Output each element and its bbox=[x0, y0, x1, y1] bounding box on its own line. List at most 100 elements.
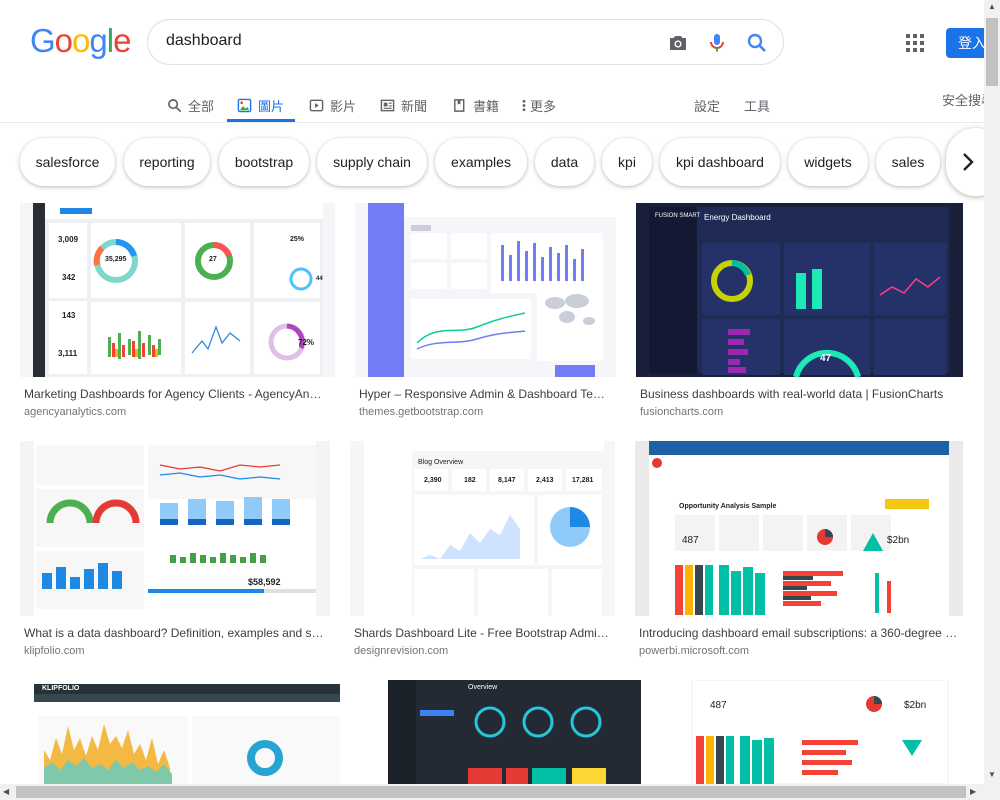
logo-letter: g bbox=[89, 22, 107, 59]
tab-all[interactable]: 全部 bbox=[167, 88, 214, 122]
video-icon bbox=[309, 99, 324, 111]
tools-label: 工具 bbox=[744, 98, 771, 114]
settings-label: 設定 bbox=[694, 98, 721, 114]
result-image-7[interactable]: KLIPFOLIO bbox=[20, 680, 354, 784]
result-caption[interactable]: Introducing dashboard email subscription… bbox=[639, 626, 961, 640]
thumb-number: 182 bbox=[464, 477, 476, 484]
google-logo[interactable]: Google bbox=[30, 22, 131, 60]
camera-icon[interactable] bbox=[666, 31, 690, 55]
thumbnail-graphic bbox=[649, 207, 949, 377]
chip-salesforce[interactable]: salesforce bbox=[20, 138, 115, 186]
thumb-title: Energy Dashboard bbox=[704, 213, 771, 222]
result-image-8[interactable]: Overview bbox=[374, 680, 656, 784]
thumb-number: 487 bbox=[710, 700, 727, 711]
result-source[interactable]: fusioncharts.com bbox=[640, 406, 723, 418]
logo-letter: e bbox=[113, 22, 131, 59]
result-image-1[interactable]: 3,009 342 143 3,111 35,295 27 25% 44 72% bbox=[20, 203, 335, 377]
tab-label: 圖片 bbox=[258, 98, 285, 114]
thumb-number: 72% bbox=[298, 338, 315, 347]
chip-reporting[interactable]: reporting bbox=[124, 138, 210, 186]
thumb-number: 35,295 bbox=[105, 256, 127, 263]
result-caption[interactable]: Hyper – Responsive Admin & Dashboard Tem… bbox=[359, 387, 609, 401]
horizontal-scrollbar-thumb[interactable] bbox=[16, 786, 966, 798]
result-source[interactable]: designrevision.com bbox=[354, 645, 448, 657]
tab-news[interactable]: 新聞 bbox=[380, 88, 427, 122]
search-input[interactable] bbox=[166, 32, 646, 50]
scroll-down-arrow-icon[interactable]: ▼ bbox=[988, 770, 996, 779]
result-image-2[interactable] bbox=[355, 203, 616, 377]
thumbnail-graphic bbox=[368, 203, 616, 377]
thumbnail-graphic bbox=[649, 441, 949, 616]
thumb-number: 44 bbox=[316, 276, 323, 282]
result-source[interactable]: agencyanalytics.com bbox=[24, 406, 126, 418]
result-source[interactable]: themes.getbootstrap.com bbox=[359, 406, 483, 418]
thumb-number: $2bn bbox=[887, 535, 910, 546]
result-caption[interactable]: What is a data dashboard? Definition, ex… bbox=[24, 626, 326, 640]
result-image-5[interactable]: Blog Overview 2,390 182 8,147 2,413 17,2… bbox=[350, 441, 615, 616]
vertical-scrollbar[interactable] bbox=[984, 0, 1000, 784]
result-image-3[interactable]: FUSION SMART Energy Dashboard 47 bbox=[636, 203, 963, 377]
thumb-number: 143 bbox=[62, 311, 76, 320]
search-icon bbox=[168, 98, 182, 112]
tab-label: 全部 bbox=[188, 98, 215, 114]
thumb-number: 8,147 bbox=[498, 477, 516, 484]
thumb-number: 3,111 bbox=[58, 349, 78, 358]
tab-label: 影片 bbox=[330, 98, 357, 114]
vertical-scrollbar-thumb[interactable] bbox=[986, 18, 998, 86]
thumbnail-graphic bbox=[34, 684, 340, 784]
chevron-right-icon bbox=[963, 153, 974, 171]
tab-label: 書籍 bbox=[473, 98, 500, 114]
scroll-right-arrow-icon[interactable]: ▶ bbox=[970, 787, 976, 796]
chip-kpi[interactable]: kpi bbox=[602, 138, 652, 186]
tab-label: 新聞 bbox=[401, 98, 428, 114]
chip-data[interactable]: data bbox=[535, 138, 594, 186]
scroll-up-arrow-icon[interactable]: ▲ bbox=[988, 2, 996, 11]
chip-supply-chain[interactable]: supply chain bbox=[317, 138, 427, 186]
chip-sales[interactable]: sales bbox=[876, 138, 940, 186]
tab-images[interactable]: 圖片 bbox=[237, 88, 284, 122]
thumb-title: Overview bbox=[468, 684, 498, 691]
result-source[interactable]: klipfolio.com bbox=[24, 645, 85, 657]
result-caption[interactable]: Business dashboards with real-world data… bbox=[640, 387, 960, 401]
tab-books[interactable]: 書籍 bbox=[452, 88, 499, 122]
thumb-title: Opportunity Analysis Sample bbox=[679, 503, 777, 510]
thumb-number: 342 bbox=[62, 273, 76, 282]
logo-letter: o bbox=[72, 22, 90, 59]
chip-bootstrap[interactable]: bootstrap bbox=[219, 138, 309, 186]
thumb-number: 487 bbox=[682, 535, 699, 546]
result-source[interactable]: powerbi.microsoft.com bbox=[639, 645, 749, 657]
thumbnail-graphic bbox=[34, 441, 316, 616]
search-icon[interactable] bbox=[745, 31, 769, 55]
result-caption[interactable]: Marketing Dashboards for Agency Clients … bbox=[24, 387, 326, 401]
header-divider bbox=[0, 122, 1000, 123]
logo-letter: G bbox=[30, 22, 56, 59]
thumbnail-graphic bbox=[388, 680, 641, 784]
thumb-number: 3,009 bbox=[58, 235, 79, 244]
scroll-left-arrow-icon[interactable]: ◀ bbox=[3, 787, 9, 796]
tab-videos[interactable]: 影片 bbox=[309, 88, 356, 122]
more-vertical-icon bbox=[522, 99, 526, 111]
result-caption[interactable]: Shards Dashboard Lite - Free Bootstrap A… bbox=[354, 626, 609, 640]
logo-letter: o bbox=[54, 22, 73, 59]
result-image-4[interactable]: $58,592 bbox=[20, 441, 330, 616]
thumb-number: 47 bbox=[820, 353, 832, 364]
thumb-title: Blog Overview bbox=[418, 459, 464, 466]
chip-widgets[interactable]: widgets bbox=[788, 138, 868, 186]
thumb-number: $58,592 bbox=[248, 577, 281, 587]
microphone-icon[interactable] bbox=[705, 31, 729, 55]
tab-label: 更多 bbox=[530, 98, 557, 114]
chip-kpi-dashboard[interactable]: kpi dashboard bbox=[660, 138, 780, 186]
apps-grid-icon[interactable] bbox=[906, 34, 924, 52]
search-box[interactable] bbox=[147, 19, 784, 65]
thumb-number: $2bn bbox=[904, 700, 927, 711]
settings-link[interactable]: 設定 bbox=[694, 88, 720, 122]
result-image-9[interactable]: 487 $2bn bbox=[676, 680, 963, 784]
thumb-number: 2,413 bbox=[536, 477, 554, 484]
thumb-number: 27 bbox=[209, 256, 217, 263]
chip-examples[interactable]: examples bbox=[435, 138, 527, 186]
image-icon bbox=[237, 98, 252, 112]
tab-more[interactable]: 更多 bbox=[521, 88, 556, 122]
thumb-brand: KLIPFOLIO bbox=[42, 685, 80, 692]
result-image-6[interactable]: Opportunity Analysis Sample 487 $2bn bbox=[635, 441, 963, 616]
tools-link[interactable]: 工具 bbox=[744, 88, 770, 122]
